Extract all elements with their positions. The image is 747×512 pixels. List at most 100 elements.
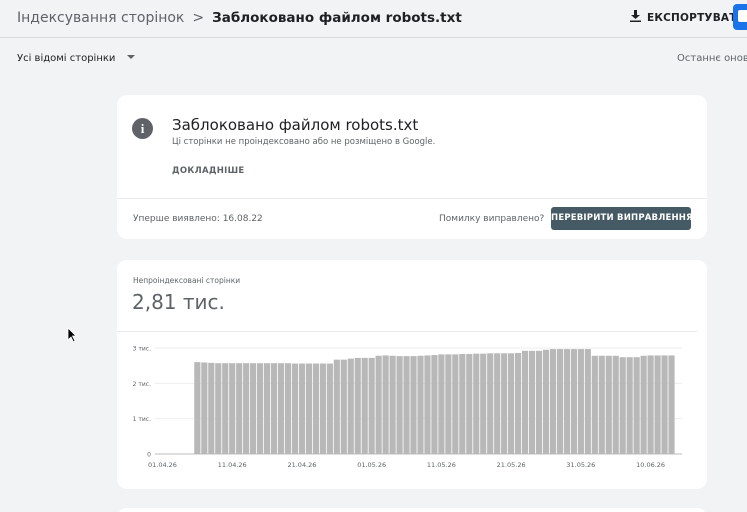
x-tick-label: 01.04.26	[148, 461, 177, 469]
page-filter-dropdown[interactable]: Усі відомі сторінки	[17, 53, 136, 64]
chart-bar[interactable]	[417, 355, 424, 454]
chart-bar[interactable]	[640, 355, 647, 454]
info-icon: i	[132, 118, 153, 139]
issue-card: i Заблоковано файлом robots.txt Ці сторі…	[117, 95, 707, 239]
chart-bar[interactable]	[215, 363, 222, 454]
chart-bar[interactable]	[410, 356, 417, 454]
breadcrumb-parent-link[interactable]: Індексування сторінок	[17, 10, 184, 26]
breadcrumb-separator: >	[192, 10, 205, 26]
chart-bar[interactable]	[389, 355, 396, 454]
chart-bar[interactable]	[347, 358, 354, 454]
chart-bar[interactable]	[647, 355, 654, 454]
chart-bar[interactable]	[319, 363, 326, 454]
chart-bar[interactable]	[354, 357, 361, 454]
issue-title: Заблоковано файлом robots.txt	[172, 116, 419, 134]
chart-bar[interactable]	[277, 363, 285, 454]
chart-bar[interactable]	[424, 355, 431, 454]
chart-bar[interactable]	[257, 363, 264, 454]
chart-bar[interactable]	[208, 362, 215, 454]
export-button[interactable]: ЕКСПОРТУВАТИ	[630, 10, 746, 24]
chart-bar[interactable]	[619, 357, 626, 454]
chart-bar[interactable]	[270, 363, 278, 454]
chart-bar[interactable]	[445, 354, 452, 454]
chevron-down-icon	[127, 55, 136, 59]
chart-bar[interactable]	[361, 357, 368, 454]
chart-bar[interactable]	[563, 349, 571, 454]
chart-bar[interactable]	[521, 350, 529, 454]
y-tick-label: 3 тис.	[133, 346, 151, 353]
chart-bar[interactable]	[501, 353, 508, 454]
chart-bar[interactable]	[654, 355, 661, 454]
next-card	[117, 508, 707, 512]
chart-bar[interactable]	[243, 363, 250, 454]
chart-bar[interactable]	[452, 354, 459, 454]
chart-bar[interactable]	[340, 359, 347, 454]
chart-bar[interactable]	[263, 363, 271, 454]
chart-bar[interactable]	[396, 356, 403, 454]
download-icon	[630, 10, 641, 22]
chart-bar[interactable]	[668, 355, 675, 454]
chart-bar[interactable]	[487, 353, 494, 454]
validate-fix-button[interactable]: ПЕРЕВІРИТИ ВИПРАВЛЕННЯ	[551, 207, 693, 230]
chart-bar[interactable]	[368, 357, 375, 454]
chart-bar[interactable]	[584, 349, 591, 454]
x-tick-label: 10.06.26	[636, 461, 665, 469]
first-detected-text: Уперше виявлено: 16.08.22	[133, 214, 263, 224]
chart-bar[interactable]	[494, 353, 501, 454]
chart-bar[interactable]	[305, 363, 313, 454]
chart-bar[interactable]	[375, 355, 382, 454]
chart-bar[interactable]	[535, 350, 543, 454]
breadcrumb: Індексування сторінок > Заблоковано файлом…	[17, 10, 462, 26]
chart-bar[interactable]	[633, 357, 640, 454]
page-title: Заблоковано файлом robots.txt	[212, 10, 462, 26]
chart-bar[interactable]	[459, 354, 466, 454]
chart-bar[interactable]	[612, 355, 619, 454]
chart-bar[interactable]	[222, 363, 229, 454]
fixed-question-text: Помилку виправлено?	[439, 214, 545, 224]
chart-bar[interactable]	[201, 362, 208, 454]
chart-bar[interactable]	[591, 355, 598, 454]
chart-bar[interactable]	[556, 349, 564, 454]
x-tick-label: 31.05.26	[566, 461, 595, 469]
chart-bar[interactable]	[284, 363, 292, 454]
chart-bar[interactable]	[515, 352, 522, 454]
top-bar: Індексування сторінок > Заблоковано файлом…	[0, 0, 747, 38]
chart-bar[interactable]	[577, 349, 584, 454]
chart-bar[interactable]	[229, 363, 236, 454]
chart-bar[interactable]	[598, 355, 605, 454]
chart-bar[interactable]	[298, 363, 306, 454]
card-divider	[117, 331, 697, 332]
share-button[interactable]	[733, 4, 747, 30]
chart-bar[interactable]	[382, 355, 389, 454]
chart-bar[interactable]	[194, 362, 201, 454]
chart-bar[interactable]	[326, 363, 333, 454]
chart-bar[interactable]	[312, 363, 319, 454]
learn-more-link[interactable]: ДОКЛАДНІШЕ	[172, 166, 245, 176]
chart-bar[interactable]	[661, 355, 668, 454]
filter-selected-value: Усі відомі сторінки	[17, 53, 116, 64]
chart-bar[interactable]	[250, 363, 257, 454]
card-divider	[117, 198, 707, 199]
y-tick-label: 1 тис.	[133, 416, 151, 423]
chart-bar[interactable]	[528, 350, 536, 454]
chart-bar[interactable]	[236, 363, 243, 454]
chart-bar[interactable]	[333, 359, 340, 454]
chart-bar[interactable]	[508, 353, 515, 454]
stat-value: 2,81 тис.	[132, 290, 225, 314]
x-tick-label: 21.04.26	[287, 461, 316, 469]
issue-subtitle: Ці сторінки не проіндексовано або не роз…	[172, 137, 436, 147]
chart-bar[interactable]	[431, 355, 438, 454]
chart-bar[interactable]	[626, 357, 633, 454]
last-updated-text: Останнє оновл	[677, 53, 747, 64]
chart-bar[interactable]	[570, 349, 577, 454]
chart-bar[interactable]	[480, 353, 487, 454]
chart-bar[interactable]	[473, 353, 480, 454]
chart-bar[interactable]	[542, 349, 550, 454]
chart-bar[interactable]	[438, 354, 445, 454]
chart-bar[interactable]	[466, 354, 473, 454]
chart-bar[interactable]	[291, 363, 299, 454]
chart-bar[interactable]	[403, 356, 410, 454]
chart-bar[interactable]	[605, 355, 612, 454]
chart-bar[interactable]	[549, 349, 557, 454]
x-tick-label: 11.05.26	[427, 461, 456, 469]
